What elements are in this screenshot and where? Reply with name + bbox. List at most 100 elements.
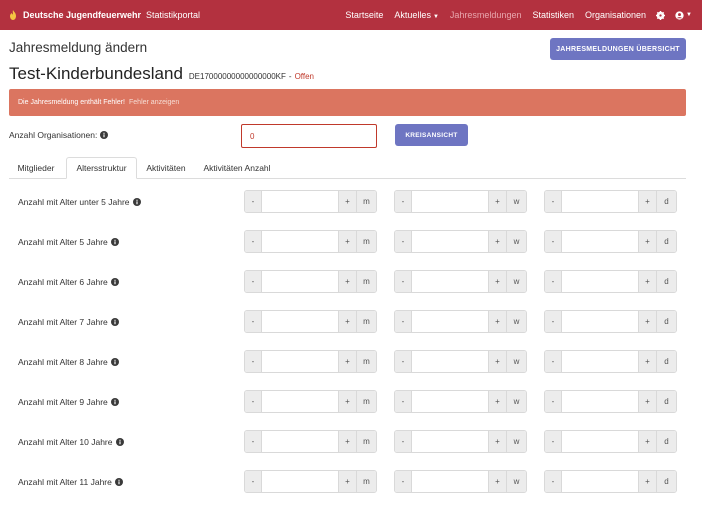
increment-button[interactable]: + xyxy=(488,391,506,412)
decrement-button[interactable]: - xyxy=(245,271,262,292)
decrement-button[interactable]: - xyxy=(545,311,562,332)
tab-altersstruktur[interactable]: Altersstruktur xyxy=(66,157,137,179)
increment-button[interactable]: + xyxy=(338,191,356,212)
decrement-button[interactable]: - xyxy=(545,231,562,252)
age-row-label-text: Anzahl mit Alter 10 Jahre xyxy=(18,437,113,447)
info-icon[interactable] xyxy=(115,438,124,446)
increment-button[interactable]: + xyxy=(338,311,356,332)
decrement-button[interactable]: - xyxy=(395,231,412,252)
nav-statistiken[interactable]: Statistiken xyxy=(532,10,574,20)
gear-icon[interactable] xyxy=(656,10,666,20)
show-errors-link[interactable]: Fehler anzeigen xyxy=(129,99,179,106)
jahresmeldungen-overview-button[interactable]: JAHRESMELDUNGEN ÜBERSICHT xyxy=(550,38,686,60)
info-icon[interactable] xyxy=(110,278,119,286)
count-input[interactable] xyxy=(262,351,338,372)
increment-button[interactable]: + xyxy=(638,471,656,492)
count-input[interactable] xyxy=(412,391,488,412)
count-input[interactable] xyxy=(262,431,338,452)
increment-button[interactable]: + xyxy=(338,351,356,372)
tab-aktivitaeten-anzahl[interactable]: Aktivitäten Anzahl xyxy=(197,157,277,179)
nav-startseite[interactable]: Startseite xyxy=(345,10,383,20)
count-input[interactable] xyxy=(562,391,638,412)
decrement-button[interactable]: - xyxy=(545,391,562,412)
increment-button[interactable]: + xyxy=(488,431,506,452)
count-input[interactable] xyxy=(562,351,638,372)
increment-button[interactable]: + xyxy=(638,351,656,372)
decrement-button[interactable]: - xyxy=(545,271,562,292)
count-input[interactable] xyxy=(562,431,638,452)
decrement-button[interactable]: - xyxy=(395,471,412,492)
decrement-button[interactable]: - xyxy=(395,191,412,212)
count-input[interactable] xyxy=(562,231,638,252)
increment-button[interactable]: + xyxy=(338,471,356,492)
increment-button[interactable]: + xyxy=(338,231,356,252)
increment-button[interactable]: + xyxy=(488,351,506,372)
meldung-id: DE17000000000000000KF xyxy=(188,72,286,81)
count-input[interactable] xyxy=(262,271,338,292)
increment-button[interactable]: + xyxy=(638,191,656,212)
count-input[interactable] xyxy=(262,471,338,492)
info-icon[interactable] xyxy=(114,478,123,486)
decrement-button[interactable]: - xyxy=(245,471,262,492)
increment-button[interactable]: + xyxy=(638,311,656,332)
decrement-button[interactable]: - xyxy=(245,351,262,372)
info-icon[interactable] xyxy=(110,318,119,326)
decrement-button[interactable]: - xyxy=(395,351,412,372)
info-icon[interactable] xyxy=(110,358,119,366)
increment-button[interactable]: + xyxy=(338,391,356,412)
increment-button[interactable]: + xyxy=(638,391,656,412)
increment-button[interactable]: + xyxy=(338,431,356,452)
info-icon[interactable] xyxy=(110,398,119,406)
decrement-button[interactable]: - xyxy=(245,431,262,452)
increment-button[interactable]: + xyxy=(488,271,506,292)
decrement-button[interactable]: - xyxy=(245,311,262,332)
count-input[interactable] xyxy=(562,191,638,212)
increment-button[interactable]: + xyxy=(488,231,506,252)
increment-button[interactable]: + xyxy=(638,431,656,452)
increment-button[interactable]: + xyxy=(338,271,356,292)
count-input[interactable] xyxy=(412,231,488,252)
decrement-button[interactable]: - xyxy=(395,311,412,332)
brand[interactable]: Deutsche Jugendfeuerwehr Statistikportal xyxy=(0,10,200,20)
kreisansicht-button[interactable]: KREISANSICHT xyxy=(395,124,468,146)
nav-organisationen[interactable]: Organisationen xyxy=(585,10,646,20)
count-input[interactable] xyxy=(262,191,338,212)
count-input[interactable] xyxy=(562,271,638,292)
decrement-button[interactable]: - xyxy=(545,431,562,452)
decrement-button[interactable]: - xyxy=(245,391,262,412)
tab-mitglieder[interactable]: Mitglieder xyxy=(9,157,63,179)
count-input[interactable] xyxy=(262,391,338,412)
info-icon[interactable] xyxy=(110,238,119,246)
decrement-button[interactable]: - xyxy=(395,271,412,292)
gender-unit-label: d xyxy=(656,271,676,292)
nav-aktuelles[interactable]: Aktuelles ▼ xyxy=(394,10,438,20)
nav-jahresmeldungen[interactable]: Jahresmeldungen xyxy=(450,10,522,20)
decrement-button[interactable]: - xyxy=(545,471,562,492)
org-count-input[interactable]: 0 xyxy=(241,124,377,148)
increment-button[interactable]: + xyxy=(488,311,506,332)
tab-aktivitaeten[interactable]: Aktivitäten xyxy=(139,157,193,179)
increment-button[interactable]: + xyxy=(488,471,506,492)
increment-button[interactable]: + xyxy=(638,271,656,292)
info-icon[interactable] xyxy=(100,131,109,139)
decrement-button[interactable]: - xyxy=(545,351,562,372)
count-input[interactable] xyxy=(562,311,638,332)
decrement-button[interactable]: - xyxy=(395,391,412,412)
decrement-button[interactable]: - xyxy=(245,231,262,252)
info-icon[interactable] xyxy=(132,198,141,206)
count-input[interactable] xyxy=(262,231,338,252)
user-menu[interactable]: ▼ xyxy=(675,10,692,20)
decrement-button[interactable]: - xyxy=(395,431,412,452)
decrement-button[interactable]: - xyxy=(245,191,262,212)
increment-button[interactable]: + xyxy=(638,231,656,252)
count-input[interactable] xyxy=(262,311,338,332)
count-input[interactable] xyxy=(412,191,488,212)
count-input[interactable] xyxy=(412,471,488,492)
count-input[interactable] xyxy=(562,471,638,492)
increment-button[interactable]: + xyxy=(488,191,506,212)
decrement-button[interactable]: - xyxy=(545,191,562,212)
count-input[interactable] xyxy=(412,311,488,332)
count-input[interactable] xyxy=(412,351,488,372)
count-input[interactable] xyxy=(412,271,488,292)
count-input[interactable] xyxy=(412,431,488,452)
